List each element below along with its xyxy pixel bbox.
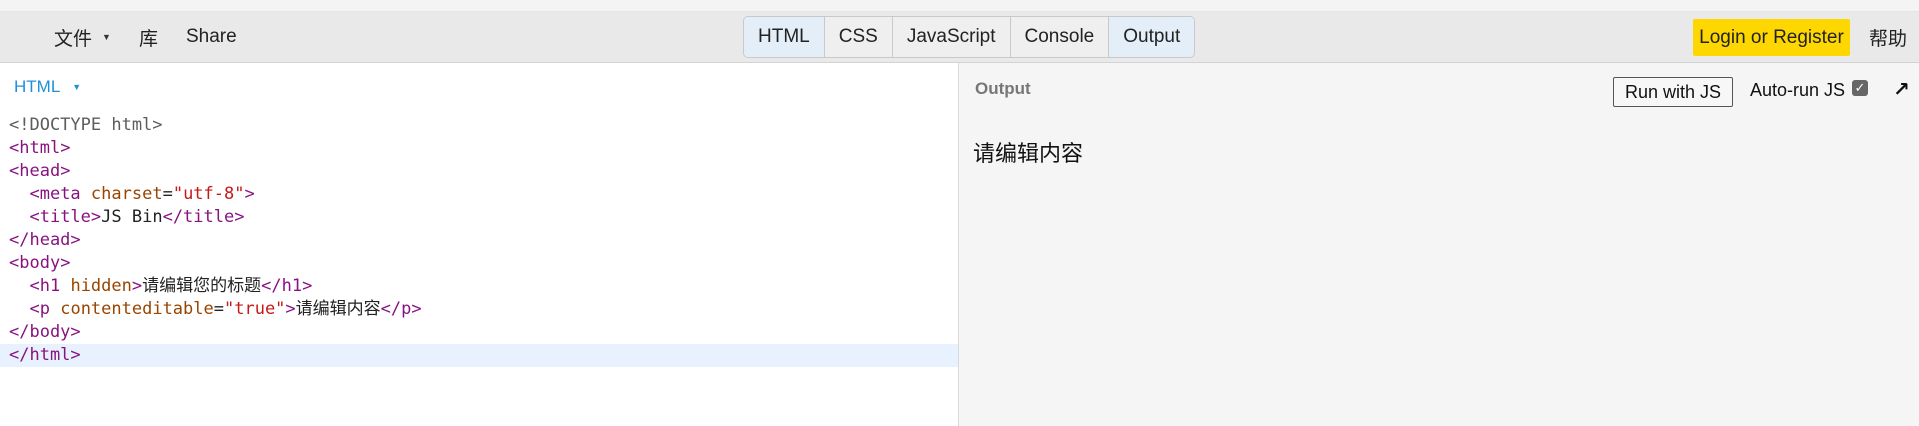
autorun-label: Auto-run JS: [1750, 80, 1846, 100]
code-line[interactable]: <body>: [0, 252, 958, 275]
tab-javascript[interactable]: JavaScript: [893, 17, 1011, 57]
panel-tabs: HTML CSS JavaScript Console Output: [743, 16, 1196, 58]
tab-console[interactable]: Console: [1011, 17, 1110, 57]
code-line[interactable]: </head>: [0, 229, 958, 252]
autorun-checkbox[interactable]: ✓: [1852, 80, 1868, 96]
tab-html[interactable]: HTML: [744, 17, 825, 57]
file-menu-label: 文件: [54, 28, 93, 50]
code-line[interactable]: <h1 hidden>请编辑您的标题</h1>: [0, 275, 958, 298]
main-menu: 文件 ▼ 库 Share: [54, 12, 265, 62]
output-label: Output: [975, 79, 1031, 98]
code-line[interactable]: <meta charset="utf-8">: [0, 183, 958, 206]
code-line[interactable]: <html>: [0, 137, 958, 160]
run-with-js-button[interactable]: Run with JS: [1613, 77, 1733, 107]
output-content-text[interactable]: 请编辑内容: [973, 136, 1083, 168]
code-line[interactable]: <title>JS Bin</title>: [0, 206, 958, 229]
code-line[interactable]: </html>: [0, 344, 958, 367]
login-register-button[interactable]: Login or Register: [1693, 19, 1850, 56]
code-line[interactable]: </body>: [0, 321, 958, 344]
editor-language-selector[interactable]: HTML ▼: [14, 77, 81, 97]
checkbox-check-icon: ✓: [1854, 80, 1866, 95]
caret-down-icon: ▼: [72, 82, 82, 92]
help-link[interactable]: 帮助: [1869, 12, 1907, 62]
share-menu[interactable]: Share: [186, 26, 237, 48]
popout-arrow-icon[interactable]: ↗: [1893, 77, 1910, 102]
code-line[interactable]: <head>: [0, 160, 958, 183]
code-editor[interactable]: <!DOCTYPE html> <html> <head> <meta charse…: [0, 114, 958, 367]
code-line[interactable]: <!DOCTYPE html>: [0, 114, 958, 137]
tab-css[interactable]: CSS: [825, 17, 893, 57]
output-pane: Output Run with JS Auto-run JS ✓ ↗ 请编辑内容: [959, 63, 1919, 426]
browser-top-strip: [0, 0, 1919, 12]
library-menu[interactable]: 库: [139, 24, 158, 51]
html-editor-pane: HTML ▼ <!DOCTYPE html> <html> <head> <meta…: [0, 63, 959, 426]
tab-output[interactable]: Output: [1109, 17, 1195, 57]
file-menu[interactable]: 文件 ▼: [54, 24, 111, 51]
caret-down-icon: ▼: [102, 32, 111, 42]
code-line[interactable]: <p contenteditable="true">请编辑内容</p>: [0, 298, 958, 321]
toolbar: 文件 ▼ 库 Share HTML CSS JavaScript Console…: [0, 12, 1919, 63]
editor-language-label: HTML: [14, 77, 61, 96]
